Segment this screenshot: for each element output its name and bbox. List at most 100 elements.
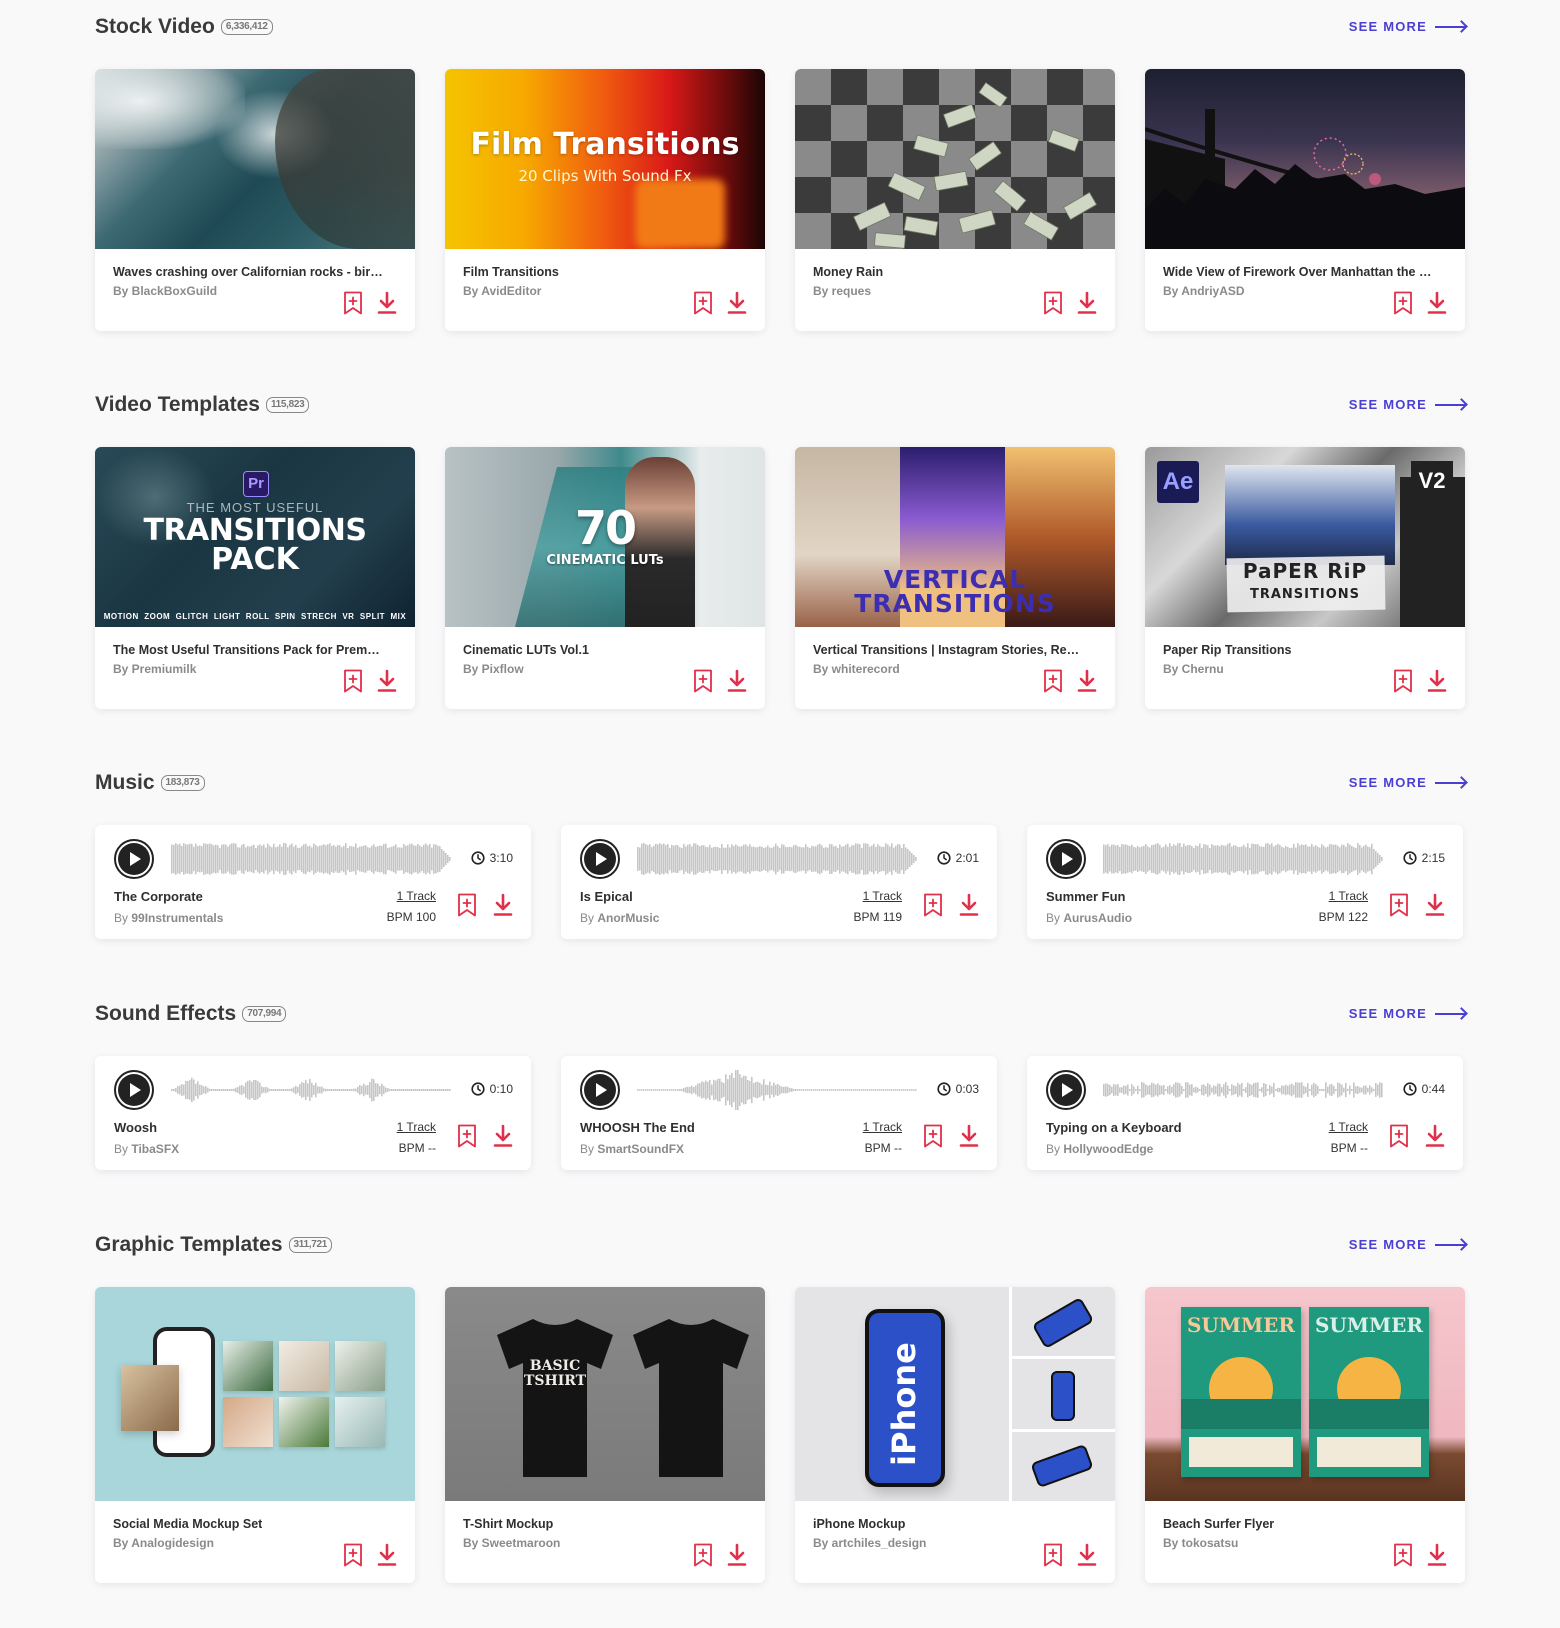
card-author[interactable]: By Pixflow (463, 662, 524, 676)
bookmark-add-icon[interactable] (1043, 291, 1063, 315)
card-author[interactable]: By AndriyASD (1163, 284, 1245, 298)
audio-card[interactable]: 2:15 Summer Fun By AurusAudio 1 Track BPM 12… (1027, 825, 1463, 939)
graphic-card[interactable]: Social Media Mockup Set By Analogidesign (95, 1287, 415, 1583)
bookmark-add-icon[interactable] (343, 1543, 363, 1567)
section-title[interactable]: Video Templates 115,823 (95, 385, 310, 425)
thumbnail-film-transitions[interactable]: Film Transitions 20 Clips With Sound Fx (445, 69, 765, 249)
graphic-card[interactable]: BASIC TSHIRT T-Shirt Mockup By Sweetmaro… (445, 1287, 765, 1583)
download-icon[interactable] (377, 669, 397, 693)
author-link[interactable]: SmartSoundFX (597, 1142, 684, 1156)
bookmark-add-icon[interactable] (1389, 1124, 1409, 1148)
play-button[interactable] (1046, 839, 1086, 879)
play-button[interactable] (580, 1070, 620, 1110)
author-link[interactable]: 99Instrumentals (131, 911, 223, 925)
audio-title[interactable]: Summer Fun (1046, 889, 1125, 904)
see-more-link[interactable]: SEE MORE (1349, 1225, 1465, 1265)
author-link[interactable]: AurusAudio (1063, 911, 1132, 925)
section-title[interactable]: Graphic Templates 311,721 (95, 1225, 333, 1265)
bookmark-add-icon[interactable] (1389, 893, 1409, 917)
template-card[interactable]: Pr THE MOST USEFUL TRANSITIONS PACK MOTI… (95, 447, 415, 709)
audio-title[interactable]: The Corporate (114, 889, 203, 904)
see-more-link[interactable]: SEE MORE (1349, 994, 1465, 1034)
download-icon[interactable] (959, 893, 979, 917)
section-title[interactable]: Stock Video 6,336,412 (95, 7, 273, 47)
video-card[interactable]: Money Rain By reques (795, 69, 1115, 331)
bookmark-add-icon[interactable] (343, 291, 363, 315)
audio-card[interactable]: 0:44 Typing on a Keyboard By HollywoodEdge… (1027, 1056, 1463, 1170)
waveform[interactable] (637, 1069, 917, 1111)
download-icon[interactable] (727, 669, 747, 693)
bookmark-add-icon[interactable] (1043, 669, 1063, 693)
thumbnail-money-rain[interactable] (795, 69, 1115, 249)
bookmark-add-icon[interactable] (1393, 1543, 1413, 1567)
template-card[interactable]: Ae V2 PaPER RiP TRANSITIONS Paper Rip Tr… (1145, 447, 1465, 709)
card-author[interactable]: By Chernu (1163, 662, 1224, 676)
card-title[interactable]: Wide View of Firework Over Manhattan the… (1163, 265, 1433, 279)
download-icon[interactable] (377, 291, 397, 315)
download-icon[interactable] (493, 893, 513, 917)
author-link[interactable]: AnorMusic (597, 911, 659, 925)
track-count-link[interactable]: 1 Track (863, 889, 902, 903)
thumbnail-social-media-mockup[interactable] (95, 1287, 415, 1501)
thumbnail-iphone-mockup[interactable]: iPhone (795, 1287, 1115, 1501)
audio-card[interactable]: 3:10 The Corporate By 99Instrumentals 1 Tra… (95, 825, 531, 939)
graphic-card[interactable]: iPhone iPhone Mockup By artchiles_design (795, 1287, 1115, 1583)
section-title[interactable]: Music 183,873 (95, 763, 205, 803)
see-more-link[interactable]: SEE MORE (1349, 763, 1465, 803)
video-card[interactable]: Waves crashing over Californian rocks - … (95, 69, 415, 331)
download-icon[interactable] (1427, 291, 1447, 315)
audio-card[interactable]: 0:10 Woosh By TibaSFX 1 Track BPM -- (95, 1056, 531, 1170)
video-card[interactable]: Film Transitions 20 Clips With Sound Fx … (445, 69, 765, 331)
see-more-link[interactable]: SEE MORE (1349, 385, 1465, 425)
section-title[interactable]: Sound Effects 707,994 (95, 994, 287, 1034)
audio-title[interactable]: Is Epical (580, 889, 633, 904)
card-author[interactable]: By Sweetmaroon (463, 1536, 560, 1550)
thumbnail-waves[interactable] (95, 69, 415, 249)
card-author[interactable]: By Premiumilk (113, 662, 196, 676)
bookmark-add-icon[interactable] (923, 1124, 943, 1148)
waveform[interactable] (171, 1070, 451, 1110)
bookmark-add-icon[interactable] (1393, 669, 1413, 693)
download-icon[interactable] (1077, 669, 1097, 693)
bookmark-add-icon[interactable] (1043, 1543, 1063, 1567)
thumbnail-paper-rip[interactable]: Ae V2 PaPER RiP TRANSITIONS (1145, 447, 1465, 627)
track-count-link[interactable]: 1 Track (1329, 1120, 1368, 1134)
play-button[interactable] (114, 1070, 154, 1110)
card-author[interactable]: By Analogidesign (113, 1536, 214, 1550)
track-count-link[interactable]: 1 Track (863, 1120, 902, 1134)
card-title[interactable]: Vertical Transitions | Instagram Stories… (813, 643, 1083, 657)
audio-card[interactable]: 0:03 WHOOSH The End By SmartSoundFX 1 Track… (561, 1056, 997, 1170)
card-title[interactable]: Cinematic LUTs Vol.1 (463, 643, 589, 657)
card-title[interactable]: iPhone Mockup (813, 1517, 905, 1531)
download-icon[interactable] (959, 1124, 979, 1148)
bookmark-add-icon[interactable] (1393, 291, 1413, 315)
video-card[interactable]: Wide View of Firework Over Manhattan the… (1145, 69, 1465, 331)
bookmark-add-icon[interactable] (457, 893, 477, 917)
waveform[interactable] (1103, 1070, 1383, 1110)
card-title[interactable]: Social Media Mockup Set (113, 1517, 262, 1531)
template-card[interactable]: VERTICAL TRANSITIONS Vertical Transition… (795, 447, 1115, 709)
thumbnail-cinematic-luts[interactable]: 70 CINEMATIC LUTs (445, 447, 765, 627)
thumbnail-fireworks[interactable] (1145, 69, 1465, 249)
thumbnail-vertical-transitions[interactable]: VERTICAL TRANSITIONS (795, 447, 1115, 627)
track-count-link[interactable]: 1 Track (1329, 889, 1368, 903)
author-link[interactable]: HollywoodEdge (1063, 1142, 1153, 1156)
card-author[interactable]: By tokosatsu (1163, 1536, 1238, 1550)
download-icon[interactable] (1427, 669, 1447, 693)
audio-card[interactable]: 2:01 Is Epical By AnorMusic 1 Track BPM 119 (561, 825, 997, 939)
audio-title[interactable]: Typing on a Keyboard (1046, 1120, 1182, 1135)
download-icon[interactable] (493, 1124, 513, 1148)
play-button[interactable] (580, 839, 620, 879)
graphic-card[interactable]: SUMMER SUMMER Beach Surfer Flyer By toko… (1145, 1287, 1465, 1583)
audio-title[interactable]: Woosh (114, 1120, 157, 1135)
download-icon[interactable] (727, 291, 747, 315)
bookmark-add-icon[interactable] (693, 1543, 713, 1567)
thumbnail-tshirt-mockup[interactable]: BASIC TSHIRT (445, 1287, 765, 1501)
card-title[interactable]: Paper Rip Transitions (1163, 643, 1292, 657)
track-count-link[interactable]: 1 Track (397, 1120, 436, 1134)
card-author[interactable]: By artchiles_design (813, 1536, 926, 1550)
waveform[interactable] (637, 839, 917, 879)
track-count-link[interactable]: 1 Track (397, 889, 436, 903)
download-icon[interactable] (1425, 1124, 1445, 1148)
card-author[interactable]: By whiterecord (813, 662, 900, 676)
